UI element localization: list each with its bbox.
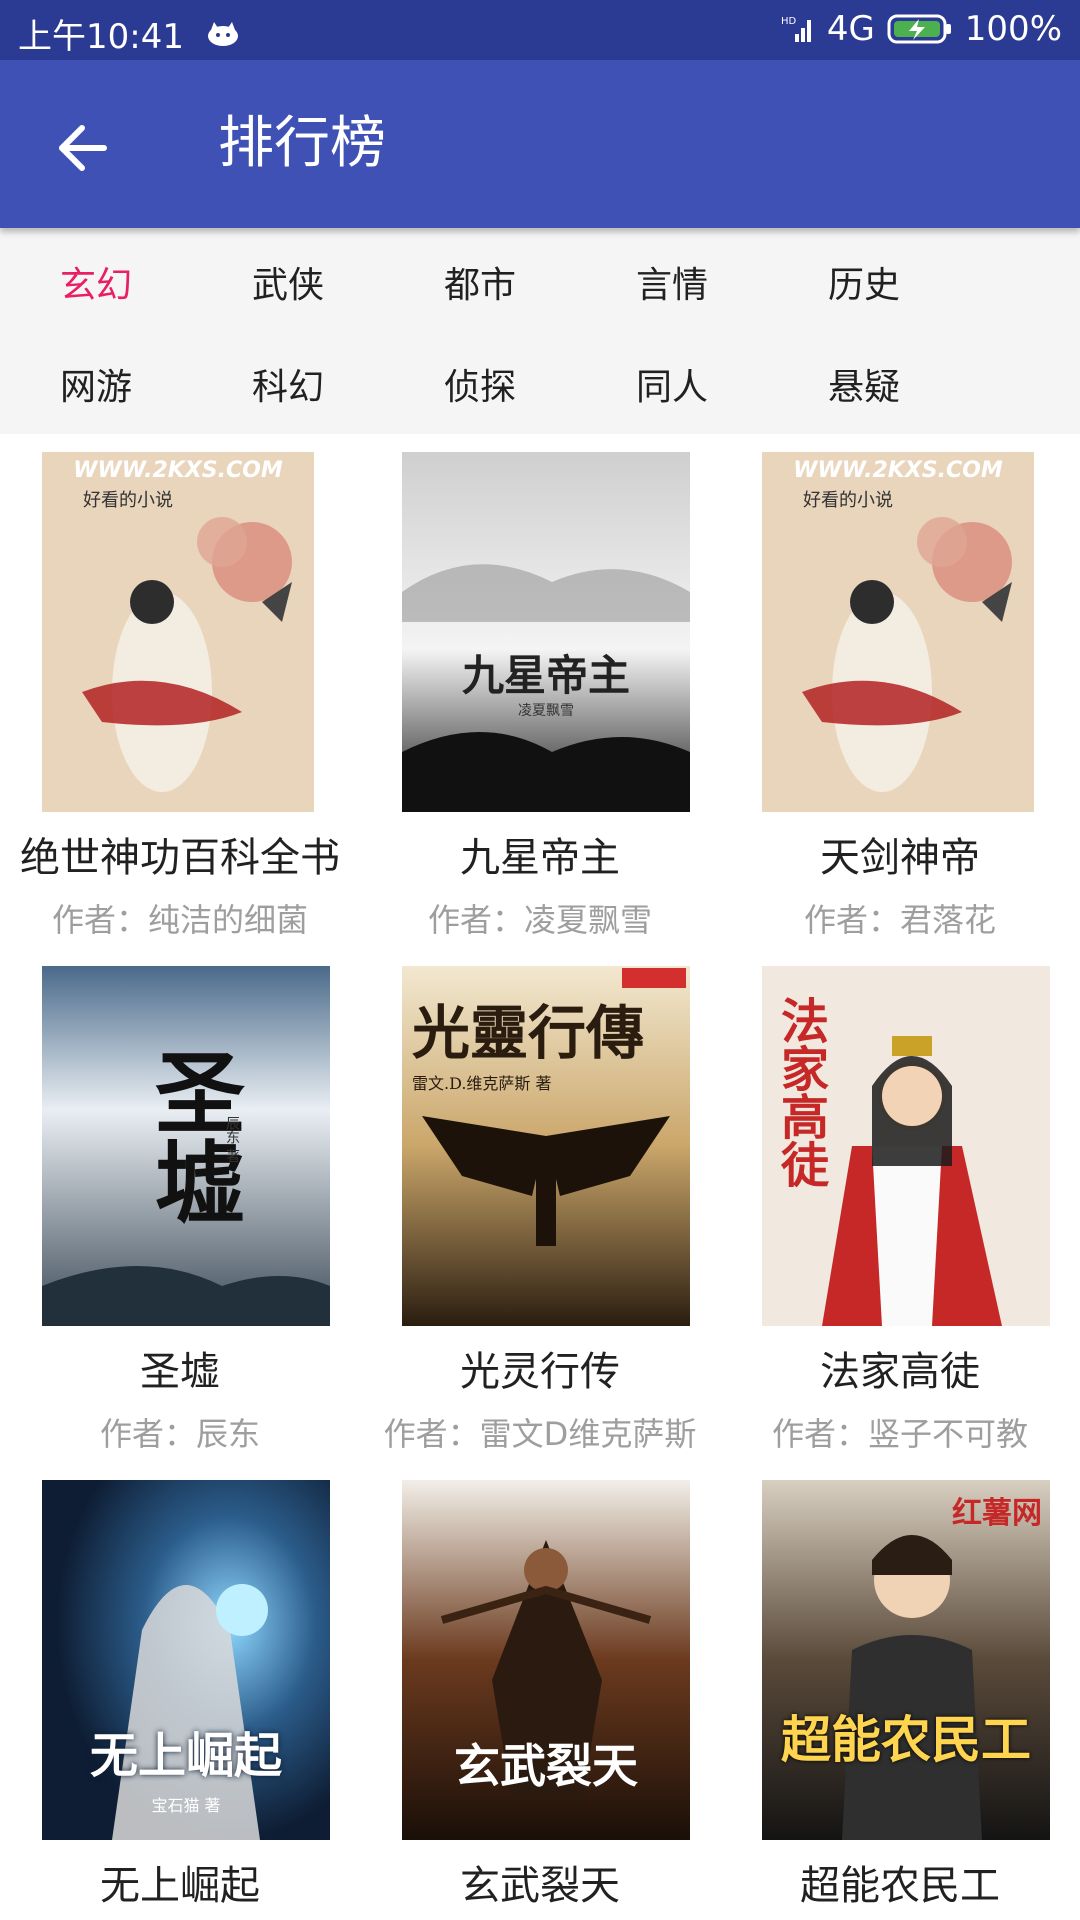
notification-cat-icon	[207, 21, 238, 46]
tab-yanqing[interactable]: 言情	[576, 236, 768, 336]
book-cover[interactable]: WWW.2KXS.COM 好看的小说	[762, 452, 1034, 812]
signal-icon: HD	[781, 16, 811, 42]
book-author: 作者：雷文D维克萨斯	[383, 1415, 697, 1453]
cover-author-text: 辰东 著	[224, 1116, 240, 1163]
cover-sub-text: 好看的小说	[803, 490, 893, 511]
book-title: 绝世神功百科全书	[20, 835, 340, 881]
book-cover[interactable]: 光靈行傳 雷文.D.维克萨斯 著	[402, 966, 690, 1326]
hd-label: HD	[781, 16, 797, 27]
book-title: 玄武裂天	[460, 1863, 620, 1909]
book-title: 圣墟	[140, 1349, 220, 1395]
cover-title-text: 九星帝主	[461, 651, 630, 700]
battery-charging-icon	[887, 14, 951, 44]
cover-title-text: 超能农民工	[781, 1710, 1031, 1769]
category-row-2: 网游 科幻 侦探 同人 悬疑	[0, 338, 1080, 438]
cover-author-text: 凌夏飘雪	[518, 703, 574, 719]
tab-xuanhuan[interactable]: 玄幻	[0, 236, 192, 336]
tab-zhentan[interactable]: 侦探	[384, 338, 576, 438]
cover-title-text: 无上崛起	[89, 1728, 282, 1784]
book-cover[interactable]: 圣墟 辰东 著	[42, 966, 330, 1326]
cover-art-image	[42, 1480, 330, 1840]
category-tabs: 玄幻 武侠 都市 言情 历史 网游 科幻 侦探 同人 悬疑	[0, 228, 1080, 434]
book-author: 作者：纯洁的细菌	[51, 901, 308, 939]
arrow-left-icon	[59, 125, 107, 171]
book-title: 超能农民工	[800, 1863, 1000, 1909]
book-author: 作者：辰东	[99, 1415, 260, 1453]
cover-author-text: 雷文.D.维克萨斯 著	[412, 1074, 552, 1093]
book-title: 光灵行传	[460, 1349, 620, 1395]
tab-kehuan[interactable]: 科幻	[192, 338, 384, 438]
cover-sub-text: 好看的小说	[83, 490, 173, 511]
book-title: 法家高徒	[820, 1349, 980, 1395]
category-row-1: 玄幻 武侠 都市 言情 历史	[0, 236, 1080, 336]
book-cover[interactable]: 玄武裂天	[402, 1480, 690, 1840]
tab-wangyou[interactable]: 网游	[0, 338, 192, 438]
tab-xuanyi[interactable]: 悬疑	[768, 338, 960, 438]
cover-site-text: 红薯网	[952, 1496, 1042, 1531]
book-cover[interactable]: 九星帝主 凌夏飘雪	[402, 452, 690, 812]
network-type: 4G	[826, 9, 875, 49]
cover-title-text: 光靈行傳	[412, 999, 645, 1067]
cover-author-text: 宝石猫 著	[151, 1796, 221, 1815]
book-title: 无上崛起	[100, 1863, 260, 1909]
book-title: 天剑神帝	[820, 835, 980, 881]
book-title: 九星帝主	[460, 835, 620, 881]
cover-title-text: 法家高徒	[772, 996, 828, 1188]
tab-dushi[interactable]: 都市	[384, 236, 576, 336]
status-bar: 上午10:41 HD 4G 100%	[0, 0, 1080, 60]
cover-site-text: WWW.2KXS.COM	[73, 458, 283, 483]
cover-art-image	[402, 452, 690, 812]
cover-title-text: 玄武裂天	[454, 1739, 638, 1793]
book-author: 作者：凌夏飘雪	[427, 901, 652, 939]
book-cover[interactable]: 无上崛起 宝石猫 著	[42, 1480, 330, 1840]
book-cover[interactable]: 法家高徒	[762, 966, 1050, 1326]
cover-site-text: WWW.2KXS.COM	[793, 458, 1003, 483]
status-right: HD 4G 100%	[769, 9, 1062, 49]
status-time: 上午10:41	[18, 17, 184, 57]
status-left: 上午10:41	[18, 9, 240, 58]
cover-art-image	[762, 1480, 1050, 1840]
tab-wuxia[interactable]: 武侠	[192, 236, 384, 336]
book-author: 作者：君落花	[803, 901, 996, 939]
book-author: 作者：竖子不可教	[771, 1415, 1028, 1453]
tab-lishi[interactable]: 历史	[768, 236, 960, 336]
battery-percent: 100%	[964, 9, 1062, 49]
book-cover[interactable]: WWW.2KXS.COM 好看的小说	[42, 452, 314, 812]
app-bar: 排行榜	[0, 60, 1080, 228]
tab-tongren[interactable]: 同人	[576, 338, 768, 438]
page-title: 排行榜	[218, 111, 386, 176]
back-button[interactable]	[40, 106, 124, 190]
book-cover[interactable]: 红薯网 超能农民工	[762, 1480, 1050, 1840]
